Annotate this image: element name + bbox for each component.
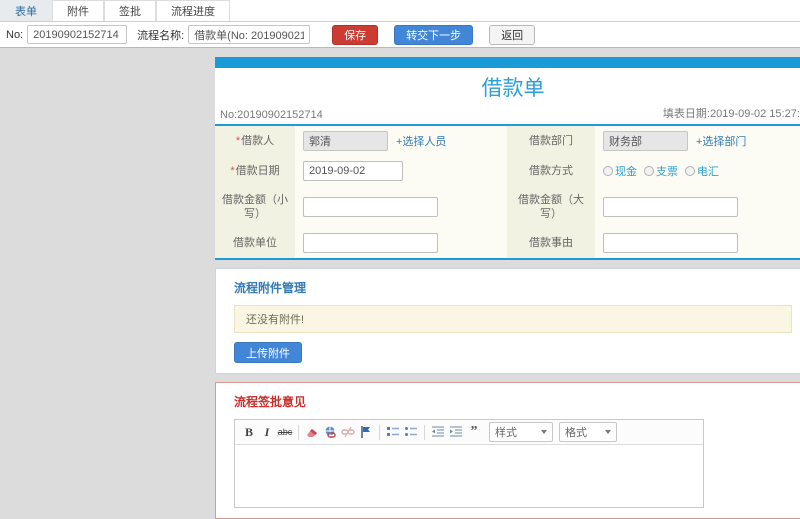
select-person-link[interactable]: +选择人员 xyxy=(396,133,446,149)
tab-bar: 表单 附件 签批 流程进度 xyxy=(0,0,800,22)
radio-option-cheque[interactable]: 支票 xyxy=(644,163,678,179)
table-row: 借款单位 借款事由 xyxy=(215,228,800,258)
italic-button[interactable]: I xyxy=(258,423,276,441)
chevron-down-icon xyxy=(541,430,547,434)
radio-icon xyxy=(603,166,613,176)
loan-date-label: *借款日期 xyxy=(215,156,295,186)
format-select[interactable]: 格式 xyxy=(559,422,617,442)
approval-opinion-panel: 流程签批意见 B I abc ” 样式 格式 xyxy=(215,382,800,519)
required-mark: * xyxy=(230,165,235,177)
tab-form[interactable]: 表单 xyxy=(0,0,52,21)
loan-unit-label: 借款单位 xyxy=(215,228,295,258)
select-department-link[interactable]: +选择部门 xyxy=(696,133,746,149)
radio-option-cash[interactable]: 现金 xyxy=(603,163,637,179)
save-button[interactable]: 保存 xyxy=(332,24,379,45)
upload-attachment-button[interactable]: 上传附件 xyxy=(234,342,302,363)
unlink-button[interactable] xyxy=(339,423,357,441)
indent-button[interactable] xyxy=(447,423,465,441)
loan-form-card: 借款单 No:20190902152714 填表日期:2019-09-02 15… xyxy=(215,68,800,260)
loan-unit-field-cell xyxy=(295,228,507,258)
anchor-flag-button[interactable] xyxy=(357,423,375,441)
loan-reason-label: 借款事由 xyxy=(507,228,595,258)
approval-opinion-title: 流程签批意见 xyxy=(234,395,307,409)
chevron-down-icon xyxy=(605,430,611,434)
process-name-input[interactable] xyxy=(188,25,311,44)
doc-number: No:20190902152714 xyxy=(220,109,323,121)
toolbar-separator xyxy=(379,424,380,440)
amount-upper-label: 借款金额（大写） xyxy=(507,186,595,228)
table-row: *借款日期 借款方式 现金 支票 xyxy=(215,156,800,186)
eraser-icon xyxy=(305,425,319,439)
ordered-list-icon xyxy=(386,425,400,439)
main-panel: 借款单 No:20190902152714 填表日期:2019-09-02 15… xyxy=(215,57,800,519)
forward-next-step-button[interactable]: 转交下一步 xyxy=(394,24,474,45)
fill-date: 填表日期:2019-09-02 15:27:1 xyxy=(662,108,800,120)
amount-lower-field-cell xyxy=(295,186,507,228)
loan-unit-input[interactable] xyxy=(303,233,438,253)
indent-icon xyxy=(449,425,463,439)
loan-date-input[interactable] xyxy=(303,161,403,181)
no-label: No: xyxy=(6,28,24,41)
editor-content-area[interactable] xyxy=(235,445,703,507)
toolbar-separator xyxy=(424,424,425,440)
ordered-list-button[interactable] xyxy=(384,423,402,441)
table-row: *借款人 +选择人员 借款部门 +选择部门 xyxy=(215,126,800,156)
radio-option-wire[interactable]: 电汇 xyxy=(685,163,719,179)
tab-approval[interactable]: 签批 xyxy=(104,0,156,21)
attachments-panel: 流程附件管理 还没有附件! 上传附件 xyxy=(215,268,800,374)
amount-upper-field-cell xyxy=(595,186,800,228)
radio-icon xyxy=(685,166,695,176)
top-toolbar: No: 流程名称: 保存 转交下一步 返回 xyxy=(0,22,800,48)
link-button[interactable] xyxy=(321,423,339,441)
tab-attachments[interactable]: 附件 xyxy=(52,0,104,21)
style-select[interactable]: 样式 xyxy=(489,422,553,442)
toolbar-separator xyxy=(298,424,299,440)
no-attachments-message: 还没有附件! xyxy=(234,305,792,333)
loan-method-radio-group: 现金 支票 电汇 xyxy=(603,163,726,179)
required-mark: * xyxy=(235,135,241,147)
attachments-title: 流程附件管理 xyxy=(234,281,307,295)
loan-method-label: 借款方式 xyxy=(507,156,595,186)
link-icon xyxy=(323,425,337,439)
unordered-list-icon xyxy=(404,425,418,439)
amount-lowercase-input[interactable] xyxy=(303,197,438,217)
outdent-icon xyxy=(431,425,445,439)
tab-process-progress[interactable]: 流程进度 xyxy=(156,0,230,21)
loan-reason-input[interactable] xyxy=(603,233,738,253)
department-input[interactable] xyxy=(603,131,688,151)
loan-method-field-cell: 现金 支票 电汇 xyxy=(595,156,800,186)
loan-reason-field-cell xyxy=(595,228,800,258)
department-label: 借款部门 xyxy=(507,126,595,156)
bold-button[interactable]: B xyxy=(240,423,258,441)
editor-toolbar: B I abc ” 样式 格式 xyxy=(235,420,703,445)
form-meta-row: No:20190902152714 填表日期:2019-09-02 15:27:… xyxy=(215,105,800,121)
borrower-field-cell: +选择人员 xyxy=(295,126,507,156)
unordered-list-button[interactable] xyxy=(402,423,420,441)
flag-icon xyxy=(359,425,373,439)
back-button[interactable]: 返回 xyxy=(489,24,536,45)
radio-icon xyxy=(644,166,654,176)
borrower-input[interactable] xyxy=(303,131,388,151)
blockquote-button[interactable]: ” xyxy=(465,423,483,441)
borrower-label: *借款人 xyxy=(215,126,295,156)
page-title: 借款单 xyxy=(481,77,545,100)
department-field-cell: +选择部门 xyxy=(595,126,800,156)
remove-format-button[interactable] xyxy=(303,423,321,441)
accent-bar xyxy=(215,57,800,68)
no-input[interactable] xyxy=(27,25,128,44)
outdent-button[interactable] xyxy=(429,423,447,441)
amount-uppercase-input[interactable] xyxy=(603,197,738,217)
process-name-label: 流程名称: xyxy=(137,29,185,42)
rich-text-editor: B I abc ” 样式 格式 xyxy=(234,419,704,508)
loan-date-field-cell xyxy=(295,156,507,186)
loan-form-table: *借款人 +选择人员 借款部门 +选择部门 *借款日期 xyxy=(215,124,800,260)
table-row: 借款金额（小写） 借款金额（大写） xyxy=(215,186,800,228)
amount-lower-label: 借款金额（小写） xyxy=(215,186,295,228)
unlink-icon xyxy=(341,425,355,439)
strikethrough-button[interactable]: abc xyxy=(276,423,294,441)
